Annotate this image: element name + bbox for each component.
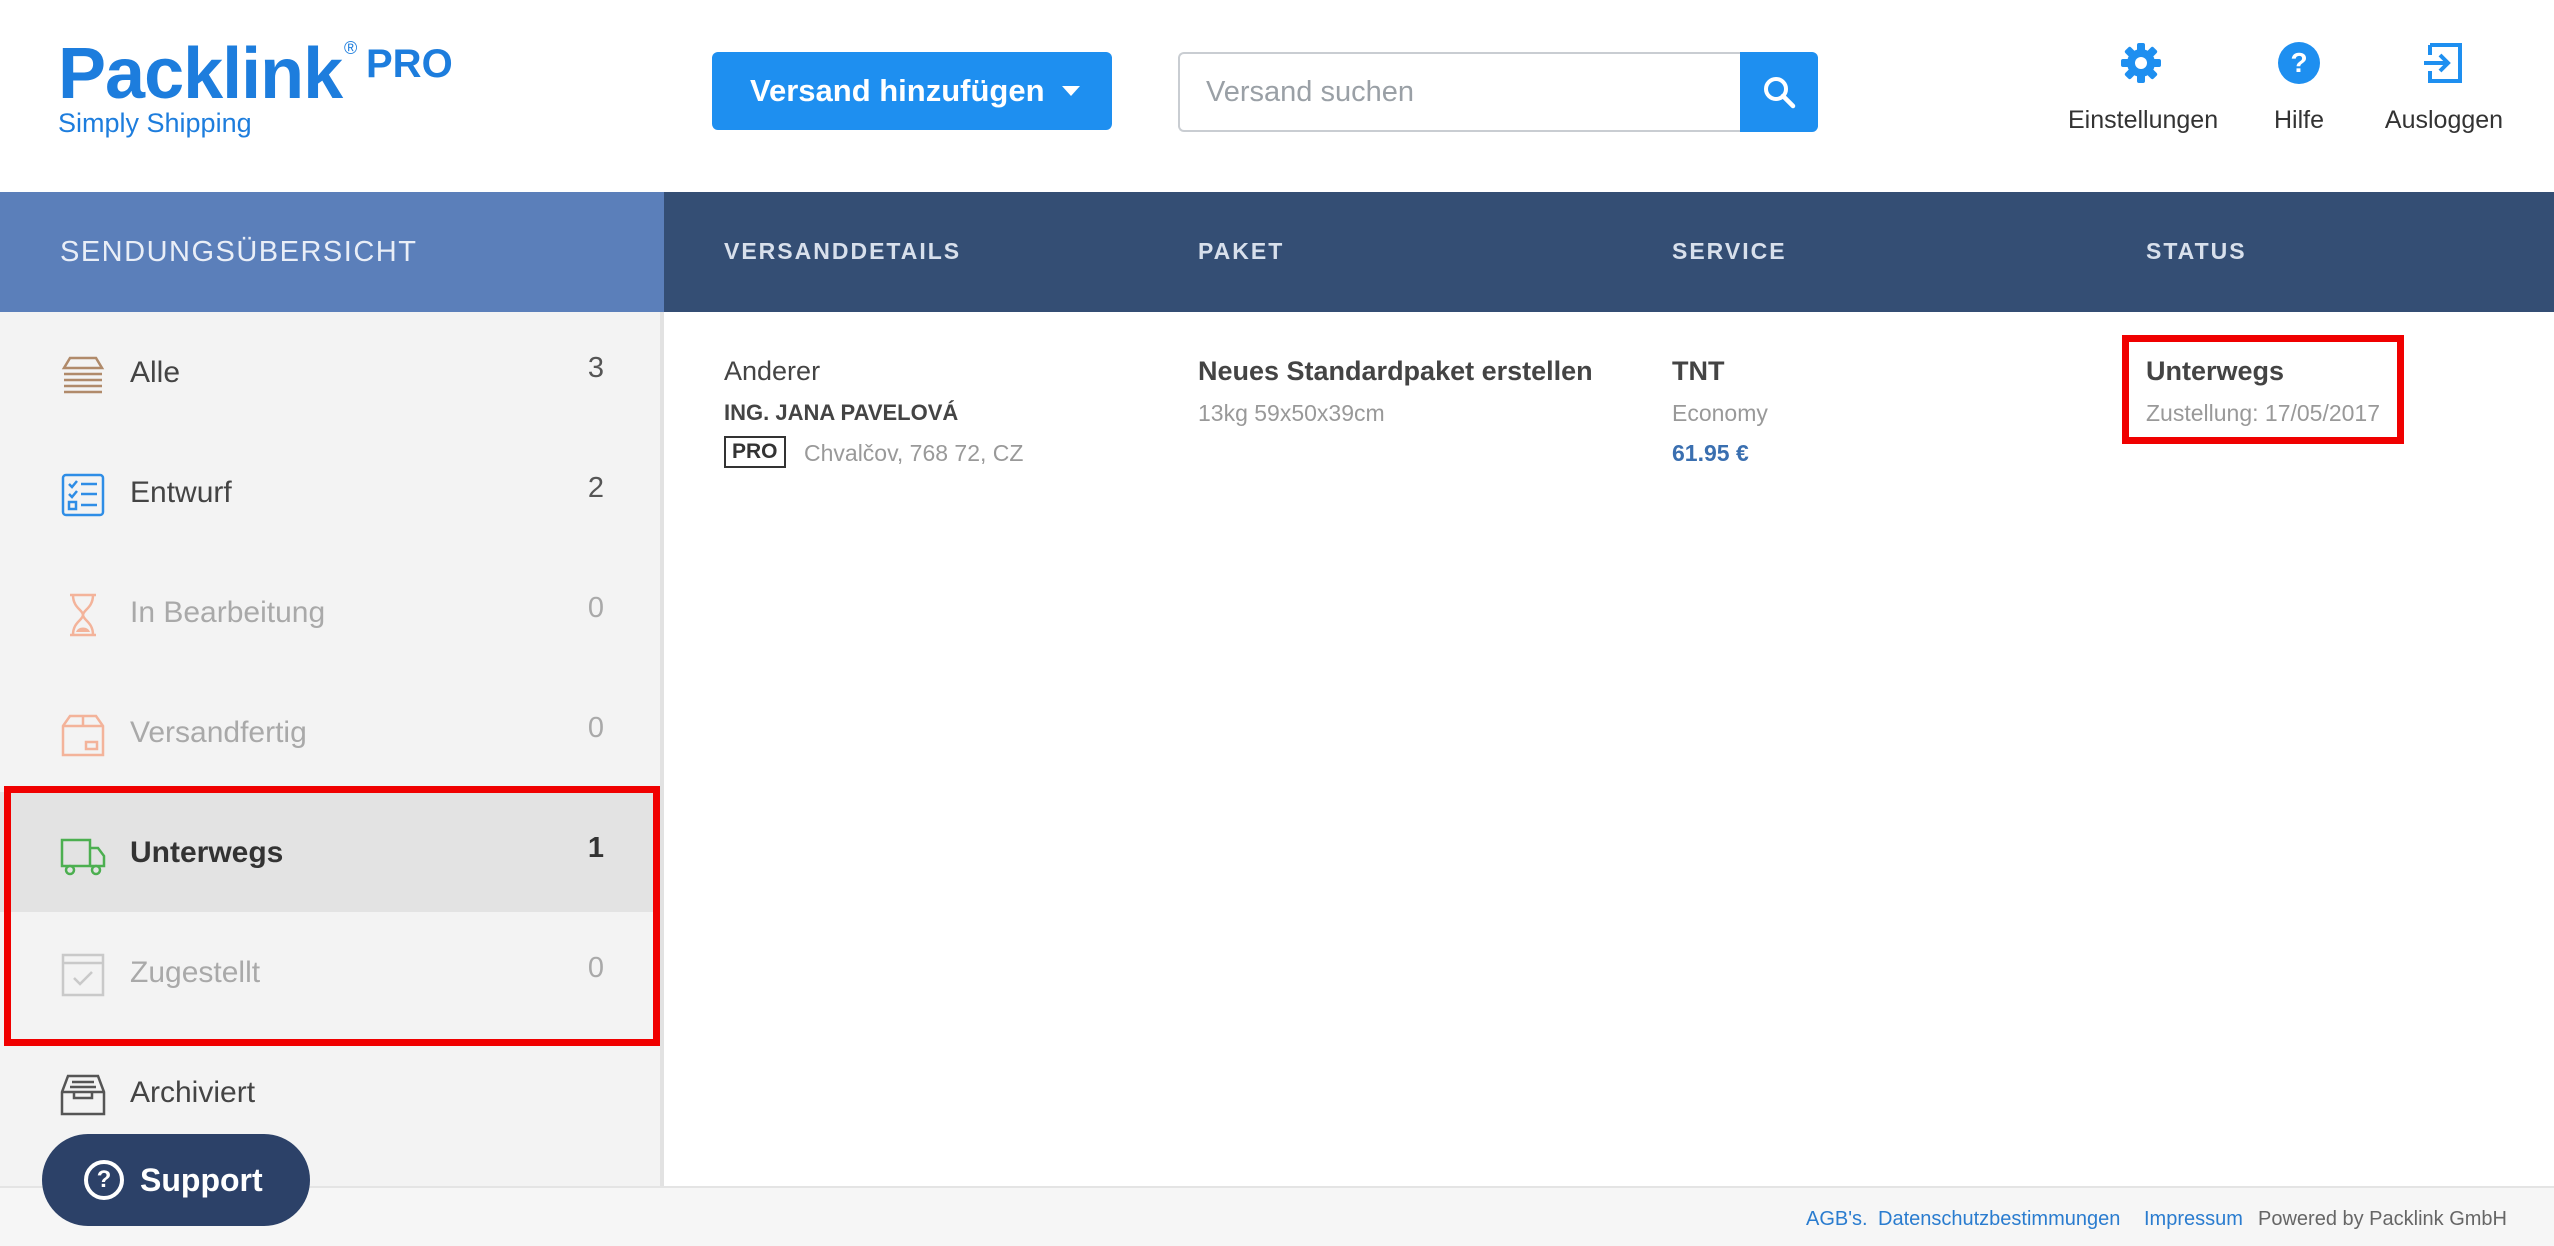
logo-tagline: Simply Shipping [58,108,252,138]
footer: AGB's. Datenschutzbestimmungen Impressum… [0,1186,2554,1246]
logo-pro-label: PRO [366,42,453,86]
logo-wordmark: Packlink [58,34,343,114]
sidebar: SENDUNGSÜBERSICHT Alle 3 Entwurf 2 In Be… [0,192,664,1244]
delivery-date: Zustellung: 17/05/2017 [2146,400,2381,426]
column-header-status: STATUS [2146,238,2247,264]
search-button[interactable] [1740,52,1818,132]
sidebar-item-label: Archiviert [130,1076,256,1109]
sidebar-item-entwurf[interactable]: Entwurf 2 [0,432,660,552]
service-price: 61.95 € [1672,440,1749,466]
search-icon [1764,77,1796,109]
gear-icon [2121,43,2161,83]
sidebar-title: SENDUNGSÜBERSICHT [0,192,664,312]
recipient-name: ING. JANA PAVELOVÁ [724,400,959,425]
package-title: Neues Standardpaket erstellen [1198,356,1593,386]
package-spec: 13kg 59x50x39cm [1198,400,1385,426]
sidebar-item-alle[interactable]: Alle 3 [0,312,660,432]
box-icon [61,714,105,757]
sidebar-item-zugestellt[interactable]: Zugestellt 0 [0,912,660,1032]
support-button[interactable]: ? Support [42,1134,310,1226]
search-box [1178,52,1818,132]
search-input[interactable] [1178,52,1740,132]
service-level: Economy [1672,400,1768,426]
hourglass-icon [70,593,96,637]
footer-link-terms[interactable]: AGB's. [1806,1208,1868,1231]
stack-icon [61,356,105,394]
help-icon: ? [2278,42,2320,84]
sidebar-item-count: 0 [587,712,604,744]
logout-label: Ausloggen [2384,106,2504,134]
sidebar-item-label: Unterwegs [130,836,284,869]
svg-text:?: ? [2290,47,2307,78]
column-header-service: SERVICE [1672,238,1787,264]
service-carrier: TNT [1672,356,1725,386]
sidebar-item-unterwegs[interactable]: Unterwegs 1 [0,792,660,912]
table-header: VERSANDDETAILS PAKET SERVICE STATUS [664,192,2554,312]
checklist-icon [61,473,105,517]
sidebar-item-count: 0 [587,952,604,984]
support-label: Support [140,1161,263,1198]
sidebar-item-label: In Bearbeitung [130,596,326,629]
status-label: Unterwegs [2146,356,2285,386]
sidebar-item-label: Entwurf [130,476,232,509]
caret-down-icon [1062,86,1080,96]
truck-icon [60,838,106,876]
column-header-package: PAKET [1198,238,1285,264]
footer-link-imprint[interactable]: Impressum [2144,1208,2243,1231]
help-link[interactable]: ? Hilfe [2266,38,2332,135]
logout-link[interactable]: Ausloggen [2384,38,2504,135]
table-row[interactable]: Anderer ING. JANA PAVELOVÁ PRO Chvalčov,… [664,312,2554,512]
help-label: Hilfe [2273,106,2324,134]
sidebar-item-count: 3 [587,352,604,384]
recipient-address: Chvalčov, 768 72, CZ [804,440,1024,466]
settings-label: Einstellungen [2068,106,2219,134]
footer-powered-by: Powered by Packlink GmbH [2258,1208,2507,1230]
sidebar-item-versandfertig[interactable]: Versandfertig 0 [0,672,660,792]
add-shipment-label: Versand hinzufügen [750,73,1045,108]
sidebar-item-count: 1 [587,832,604,864]
sidebar-item-count: 0 [587,592,604,624]
shipment-type: Anderer [724,356,821,386]
packlink-logo[interactable]: Packlink ® PRO Simply Shipping [58,34,453,138]
archive-icon [60,1074,106,1116]
logo-registered-mark: ® [344,38,358,58]
question-circle-icon: ? [84,1160,124,1200]
sidebar-item-in-bearbeitung[interactable]: In Bearbeitung 0 [0,552,660,672]
sidebar-item-label: Alle [130,356,181,389]
sidebar-item-count: 2 [587,472,604,504]
sidebar-item-label: Zugestellt [130,956,261,989]
settings-link[interactable]: Einstellungen [2068,38,2219,135]
column-header-details: VERSANDDETAILS [724,238,962,264]
footer-link-privacy[interactable]: Datenschutzbestimmungen [1878,1208,2120,1231]
sidebar-item-label: Versandfertig [130,716,307,749]
top-header: Packlink ® PRO Simply Shipping Versand h… [0,0,2554,192]
logout-icon [2424,43,2462,83]
add-shipment-button[interactable]: Versand hinzufügen [712,52,1112,130]
pro-badge: PRO [724,436,786,468]
delivered-icon [61,953,105,997]
